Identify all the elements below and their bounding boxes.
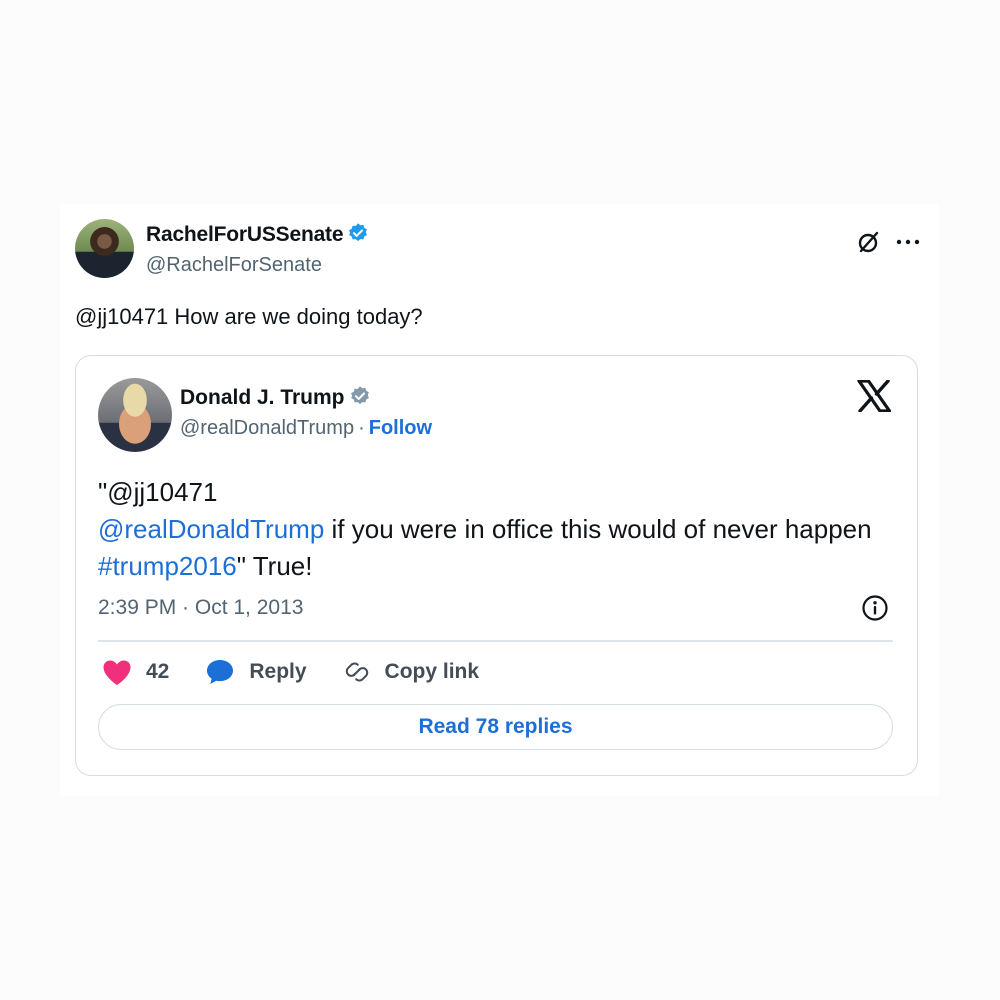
like-count: 42 [146, 660, 170, 683]
read-replies-button[interactable]: Read 78 replies [98, 704, 893, 750]
author-name-text: RachelForUSSenate [146, 223, 344, 246]
tweet-text-end: " True! [236, 551, 313, 581]
tweet-text-middle: if you were in office this would of neve… [324, 514, 872, 544]
grok-icon[interactable] [856, 229, 882, 255]
embed-tweet-text: "@jj10471 @realDonaldTrump if you were i… [98, 474, 898, 585]
like-button[interactable]: 42 [102, 659, 169, 686]
embedded-tweet[interactable]: Donald J. Trump @realDonaldTrump · Follow … [75, 355, 918, 776]
post-text: @jj10471 How are we doing today? [75, 304, 423, 329]
handle-separator: · [358, 417, 365, 439]
divider [98, 640, 893, 642]
heart-icon [102, 659, 132, 686]
copy-link-button[interactable]: Copy link [343, 658, 480, 686]
post-top-actions [856, 229, 920, 255]
embed-handle[interactable]: @realDonaldTrump [180, 417, 354, 439]
link-icon [343, 658, 371, 686]
author-display-name[interactable]: RachelForUSSenate [146, 222, 369, 250]
embed-handle-row: @realDonaldTrump · Follow [180, 417, 432, 440]
mention-link[interactable]: @realDonaldTrump [98, 514, 324, 544]
verified-badge-icon [347, 222, 369, 250]
follow-link[interactable]: Follow [369, 417, 432, 439]
embed-name-text: Donald J. Trump [180, 386, 345, 409]
more-icon[interactable] [896, 238, 920, 246]
author-avatar[interactable] [75, 219, 134, 278]
reply-button[interactable]: Reply [205, 658, 307, 686]
embed-verified-badge-icon [349, 385, 371, 413]
post-card: RachelForUSSenate @RachelForSenate @jj10… [60, 204, 938, 796]
x-logo-icon[interactable] [857, 379, 892, 417]
hashtag-link[interactable]: #trump2016 [98, 551, 237, 581]
tweet-text-quote-start: "@jj10471 [98, 477, 218, 507]
embed-display-name[interactable]: Donald J. Trump [180, 385, 371, 413]
tweet-actions: 42 Reply Copy link [102, 658, 515, 686]
reply-label: Reply [249, 660, 307, 683]
embed-author-avatar[interactable] [98, 378, 172, 452]
author-handle[interactable]: @RachelForSenate [146, 254, 322, 277]
tweet-timestamp[interactable]: 2:39 PM · Oct 1, 2013 [98, 596, 303, 620]
info-icon[interactable] [861, 594, 889, 627]
copy-link-label: Copy link [384, 660, 480, 683]
reply-bubble-icon [205, 658, 235, 686]
